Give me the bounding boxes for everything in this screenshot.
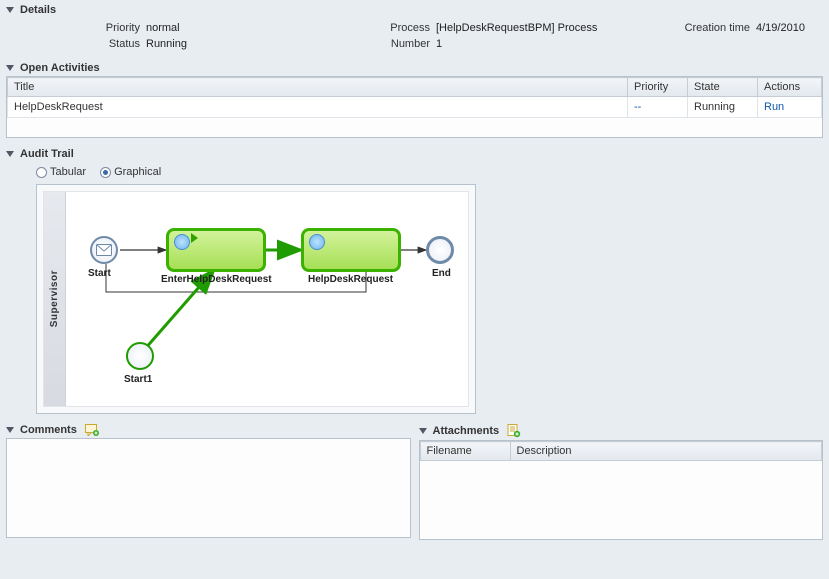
helpdesk-label: HelpDeskRequest [308, 274, 393, 285]
attachments-title: Attachments [433, 425, 500, 437]
disclosure-icon [419, 428, 427, 434]
lower-row: Comments Attachments Filename Descriptio… [6, 422, 823, 540]
audit-trail-section: Audit Trail Tabular Graphical Supervisor [6, 146, 823, 414]
open-activities-table: Title Priority State Actions HelpDeskReq… [7, 77, 822, 118]
priority-label: Priority [36, 22, 146, 34]
col-state[interactable]: State [688, 78, 758, 97]
attachments-panel: Filename Description [419, 440, 824, 540]
user-task-icon [309, 234, 325, 250]
table-row[interactable]: HelpDeskRequest -- Running Run [8, 97, 822, 118]
number-label: Number [326, 38, 436, 50]
disclosure-icon [6, 151, 14, 157]
process-value: [HelpDeskRequestBPM] Process [436, 22, 646, 34]
audit-view-controls: Tabular Graphical [6, 162, 823, 184]
radio-graphical[interactable]: Graphical [100, 166, 161, 178]
cell-priority: -- [628, 97, 688, 118]
col-description[interactable]: Description [510, 442, 822, 461]
details-title: Details [20, 4, 56, 16]
status-label: Status [36, 38, 146, 50]
add-comment-icon[interactable] [85, 424, 99, 436]
start-label: Start [88, 268, 111, 279]
radio-icon [100, 167, 111, 178]
envelope-icon [96, 244, 112, 256]
open-activities-panel: Title Priority State Actions HelpDeskReq… [6, 76, 823, 138]
diagram-panel: Supervisor [36, 184, 476, 414]
col-filename[interactable]: Filename [420, 442, 510, 461]
audit-trail-title: Audit Trail [20, 148, 74, 160]
disclosure-icon [6, 7, 14, 13]
helpdesk-task[interactable] [301, 228, 401, 272]
start1-event[interactable] [126, 342, 154, 370]
attachments-section: Attachments Filename Description [419, 422, 824, 540]
col-title[interactable]: Title [8, 78, 628, 97]
radio-icon [36, 167, 47, 178]
enter-label: EnterHelpDeskRequest [161, 274, 272, 285]
attachments-header[interactable]: Attachments [419, 422, 824, 440]
user-task-icon [174, 234, 190, 250]
end-event[interactable] [426, 236, 454, 264]
radio-tabular[interactable]: Tabular [36, 166, 86, 178]
start1-label: Start1 [124, 374, 152, 385]
comments-header[interactable]: Comments [6, 422, 411, 438]
status-value: Running [146, 38, 326, 50]
run-action-link[interactable]: Run [764, 101, 784, 113]
attachments-table: Filename Description [420, 441, 823, 461]
open-activities-section: Open Activities Title Priority State Act… [6, 60, 823, 138]
number-value: 1 [436, 38, 646, 50]
open-activities-header[interactable]: Open Activities [6, 60, 823, 76]
lane-label: Supervisor [44, 192, 66, 406]
radio-tabular-label: Tabular [50, 166, 86, 178]
disclosure-icon [6, 65, 14, 71]
lane-name: Supervisor [49, 270, 60, 327]
enter-task[interactable] [166, 228, 266, 272]
add-attachment-icon[interactable] [507, 424, 521, 438]
audit-trail-header[interactable]: Audit Trail [6, 146, 823, 162]
col-actions[interactable]: Actions [758, 78, 822, 97]
creation-value: 4/19/2010 [756, 22, 829, 34]
details-section: Details Priority normal Process [HelpDes… [6, 2, 823, 52]
details-grid: Priority normal Process [HelpDeskRequest… [6, 18, 823, 52]
comments-panel [6, 438, 411, 538]
radio-graphical-label: Graphical [114, 166, 161, 178]
process-label: Process [326, 22, 436, 34]
start-event[interactable] [90, 236, 118, 264]
details-header[interactable]: Details [6, 2, 823, 18]
diagram-canvas[interactable]: Start EnterHelpDeskRequest HelpDeskReque… [66, 192, 468, 406]
disclosure-icon [6, 427, 14, 433]
comments-section: Comments [6, 422, 411, 540]
play-icon [191, 233, 198, 243]
end-label: End [432, 268, 451, 279]
swimlane: Supervisor [43, 191, 469, 407]
cell-title: HelpDeskRequest [8, 97, 628, 118]
priority-value: normal [146, 22, 326, 34]
col-priority[interactable]: Priority [628, 78, 688, 97]
open-activities-title: Open Activities [20, 62, 100, 74]
comments-title: Comments [20, 424, 77, 436]
cell-state: Running [688, 97, 758, 118]
creation-label: Creation time [646, 22, 756, 34]
